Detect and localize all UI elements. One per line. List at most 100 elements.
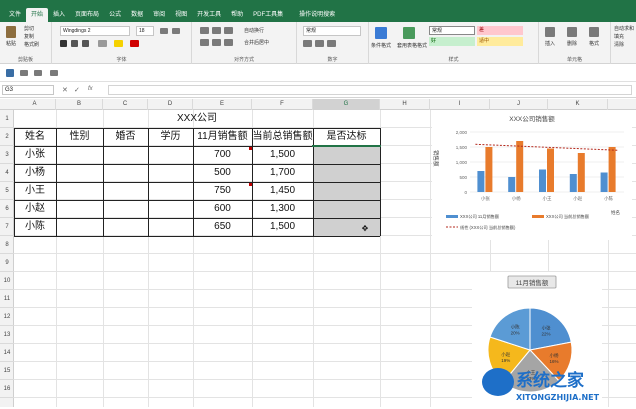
table-cell[interactable] (148, 146, 193, 164)
row-header-10[interactable]: 10 (0, 272, 14, 290)
number-format-select[interactable]: 常规 (303, 26, 361, 36)
menu-item-4[interactable]: 公式 (104, 8, 126, 22)
menu-item-10[interactable]: PDF工具集 (248, 8, 288, 22)
table-cell[interactable] (313, 146, 380, 164)
row-header-9[interactable]: 9 (0, 254, 14, 272)
column-header-J[interactable]: J (490, 99, 548, 110)
table-cell[interactable] (103, 164, 148, 182)
shrink-font-icon[interactable] (172, 28, 180, 34)
save-icon[interactable] (6, 69, 14, 77)
undo-icon[interactable] (20, 70, 28, 76)
row-header-15[interactable]: 15 (0, 362, 14, 380)
table-cell[interactable]: 500 (193, 164, 252, 182)
table-cell[interactable]: 650 (193, 218, 252, 236)
table-cell[interactable] (56, 146, 103, 164)
align-top-icon[interactable] (200, 27, 209, 34)
style-neutral[interactable]: 适中 (477, 37, 523, 46)
delete-button[interactable]: 删除 (567, 40, 577, 47)
row-header-1[interactable]: 1 (0, 110, 14, 128)
column-header-E[interactable]: E (193, 99, 252, 110)
formula-cancel-icon[interactable]: ✕ (62, 86, 68, 94)
menu-item-8[interactable]: 开发工具 (192, 8, 226, 22)
header-cell[interactable]: 是否达标 (313, 128, 380, 146)
column-header-C[interactable]: C (103, 99, 148, 110)
table-cell[interactable] (148, 164, 193, 182)
header-cell[interactable]: 11月销售额 (193, 128, 252, 146)
table-cell[interactable]: 1,700 (252, 164, 313, 182)
style-normal[interactable]: 常规 (429, 26, 475, 35)
font-size-select[interactable]: 18 (136, 26, 154, 36)
currency-icon[interactable] (303, 40, 312, 47)
format-cells-icon[interactable] (589, 27, 599, 37)
table-cell[interactable] (103, 182, 148, 200)
table-cell[interactable]: 小张 (14, 146, 56, 164)
row-header-8[interactable]: 8 (0, 236, 14, 254)
fill-color-icon[interactable] (114, 40, 123, 47)
table-cell[interactable] (103, 200, 148, 218)
sheet-title[interactable]: XXX公司 (14, 110, 380, 128)
font-name-select[interactable]: Wingdings 2 (60, 26, 130, 36)
table-cell[interactable] (313, 200, 380, 218)
menu-item-1[interactable]: 开始 (26, 8, 49, 22)
name-box[interactable]: G3 (2, 85, 54, 95)
fill-button[interactable]: 填充 (614, 33, 624, 40)
column-header-A[interactable]: A (14, 99, 56, 110)
wrap-text-button[interactable]: 自动换行 (244, 27, 264, 34)
column-header-K[interactable]: K (548, 99, 608, 110)
column-header-G[interactable]: G (313, 99, 380, 110)
underline-icon[interactable] (82, 40, 89, 47)
column-header-B[interactable]: B (56, 99, 103, 110)
border-icon[interactable] (98, 40, 107, 47)
paste-icon[interactable] (6, 26, 16, 38)
sales-bar-chart[interactable]: XXX公司销售额 销售额 2,000 1,500 1,000 500 0 小张 小杨 小王 小赵 小陈… (432, 110, 632, 240)
row-header-3[interactable]: 3 (0, 146, 14, 164)
grow-font-icon[interactable] (160, 28, 168, 34)
menu-item-3[interactable]: 页面布局 (70, 8, 104, 22)
customize-icon[interactable] (50, 70, 58, 76)
table-cell[interactable]: 1,500 (252, 218, 313, 236)
cut-button[interactable]: 剪切 (24, 25, 34, 32)
insert-cells-icon[interactable] (545, 27, 555, 37)
table-cell[interactable]: 750 (193, 182, 252, 200)
style-bad[interactable]: 差 (477, 26, 523, 35)
row-header-13[interactable]: 13 (0, 326, 14, 344)
conditional-format-icon[interactable] (375, 27, 387, 39)
row-header-4[interactable]: 4 (0, 164, 14, 182)
menu-item-11[interactable]: 操作说明搜索 (294, 8, 340, 22)
table-cell[interactable]: 700 (193, 146, 252, 164)
insert-button[interactable]: 插入 (545, 40, 555, 47)
row-header-2[interactable]: 2 (0, 128, 14, 146)
table-cell[interactable]: 1,300 (252, 200, 313, 218)
bold-icon[interactable] (60, 40, 67, 47)
row-header-14[interactable]: 14 (0, 344, 14, 362)
table-cell[interactable] (313, 164, 380, 182)
percent-icon[interactable] (315, 40, 324, 47)
table-cell[interactable]: 小王 (14, 182, 56, 200)
row-header-6[interactable]: 6 (0, 200, 14, 218)
column-header-F[interactable]: F (252, 99, 313, 110)
row-header-11[interactable]: 11 (0, 290, 14, 308)
table-cell[interactable]: 600 (193, 200, 252, 218)
format-button[interactable]: 格式 (589, 40, 599, 47)
menu-item-5[interactable]: 数据 (126, 8, 148, 22)
merge-center-button[interactable]: 合并后居中 (244, 39, 269, 46)
row-header-16[interactable]: 16 (0, 380, 14, 398)
table-cell[interactable]: 1,500 (252, 146, 313, 164)
paste-button[interactable]: 粘贴 (6, 40, 16, 47)
row-header-7[interactable]: 7 (0, 218, 14, 236)
table-cell[interactable] (56, 182, 103, 200)
table-cell[interactable]: 小杨 (14, 164, 56, 182)
table-cell[interactable] (148, 182, 193, 200)
table-cell[interactable] (56, 164, 103, 182)
header-cell[interactable]: 学历 (148, 128, 193, 146)
align-bottom-icon[interactable] (224, 27, 233, 34)
conditional-format-button[interactable]: 条件格式 (371, 42, 391, 49)
header-cell[interactable]: 婚否 (103, 128, 148, 146)
align-middle-icon[interactable] (212, 27, 221, 34)
menu-item-9[interactable]: 帮助 (226, 8, 248, 22)
clear-button[interactable]: 清除 (614, 41, 624, 48)
style-good[interactable]: 好 (429, 37, 475, 46)
align-right-icon[interactable] (224, 39, 233, 46)
formula-enter-icon[interactable]: ✓ (74, 86, 80, 94)
table-cell[interactable] (56, 218, 103, 236)
